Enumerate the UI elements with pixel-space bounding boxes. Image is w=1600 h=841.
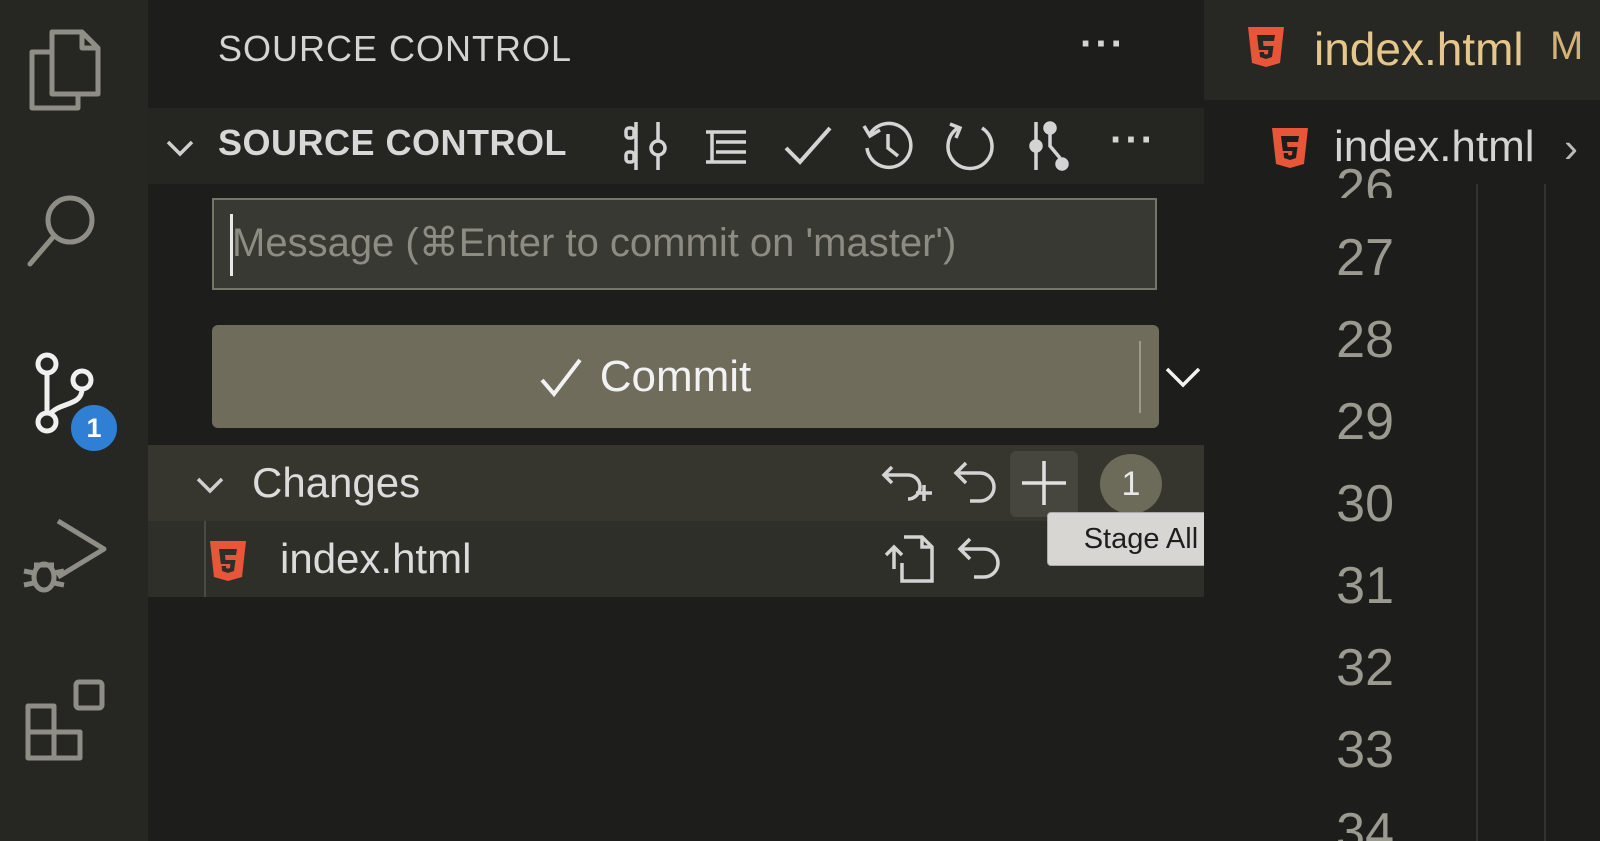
line-number: 29	[1336, 393, 1394, 451]
file-name: index.html	[280, 535, 472, 582]
open-file-icon[interactable]	[880, 529, 940, 589]
sidebar-title: SOURCE CONTROL	[218, 28, 573, 69]
source-control-badge: 1	[68, 402, 120, 454]
line-number: 33	[1336, 721, 1394, 779]
changes-group-header[interactable]: Changes 1	[148, 445, 1204, 521]
html5-icon	[1248, 27, 1284, 67]
discard-changes-icon[interactable]	[952, 529, 1012, 589]
line-number: 27	[1336, 229, 1394, 287]
commit-button[interactable]: Commit	[212, 325, 1201, 428]
commit-divider	[1139, 341, 1141, 413]
editor-area: index.html M index.html › 26 27 28 29 30…	[1204, 0, 1600, 841]
sidebar-title-bar: SOURCE CONTROL ···	[148, 0, 1204, 108]
views-more-icon[interactable]: ···	[1080, 22, 1126, 67]
check-icon	[540, 358, 582, 397]
branch-graph-icon[interactable]	[618, 118, 674, 174]
html5-icon	[210, 541, 246, 581]
extensions-icon[interactable]	[20, 676, 110, 766]
tree-indent-guide	[204, 521, 206, 597]
indent-guide	[1476, 184, 1478, 841]
refresh-icon[interactable]	[942, 118, 998, 174]
list-view-icon[interactable]	[698, 118, 754, 174]
search-icon[interactable]	[20, 186, 110, 276]
chevron-down-icon[interactable]	[192, 467, 228, 503]
discard-all-icon[interactable]	[878, 453, 938, 513]
line-number: 28	[1336, 311, 1394, 369]
source-control-section-header[interactable]: SOURCE CONTROL ···	[148, 108, 1204, 184]
history-icon[interactable]	[860, 118, 916, 174]
changed-file-row[interactable]: index.html	[148, 521, 1204, 597]
tab-modified-indicator: M	[1550, 24, 1584, 68]
chevron-down-icon[interactable]	[162, 130, 198, 166]
stage-all-plus-icon[interactable]	[1014, 453, 1074, 513]
checkmark-icon[interactable]	[780, 118, 836, 174]
commit-message-input[interactable]: Message (⌘Enter to commit on 'master')	[212, 198, 1157, 290]
repo-graph-icon[interactable]	[1022, 118, 1078, 174]
run-debug-icon[interactable]	[20, 515, 110, 605]
line-number: 32	[1336, 639, 1394, 697]
commit-button-label-wrap[interactable]: Commit	[212, 325, 1077, 428]
indent-guide	[1544, 184, 1546, 841]
breadcrumb-separator: ›	[1564, 124, 1578, 171]
more-icon[interactable]: ···	[1110, 118, 1156, 163]
activity-bar: 1	[0, 0, 148, 841]
commit-dropdown-chevron-icon[interactable]	[1157, 353, 1209, 401]
source-control-sidebar: SOURCE CONTROL ··· SOURCE CONTROL ··· Me…	[148, 0, 1359, 841]
changes-label: Changes	[252, 459, 421, 506]
changes-count-badge: 1	[1100, 454, 1162, 514]
line-number: 26	[1336, 159, 1394, 198]
undo-icon[interactable]	[948, 453, 1008, 513]
line-number: 34	[1336, 803, 1394, 841]
commit-label: Commit	[599, 351, 752, 401]
line-number: 31	[1336, 557, 1394, 615]
files-icon[interactable]	[20, 22, 110, 112]
editor-tab-label[interactable]: index.html	[1314, 22, 1524, 76]
editor-tab-bar: index.html M	[1204, 0, 1600, 100]
line-number: 30	[1336, 475, 1394, 533]
section-title: SOURCE CONTROL	[218, 122, 567, 163]
commit-message-placeholder: Message (⌘Enter to commit on 'master')	[232, 221, 957, 265]
